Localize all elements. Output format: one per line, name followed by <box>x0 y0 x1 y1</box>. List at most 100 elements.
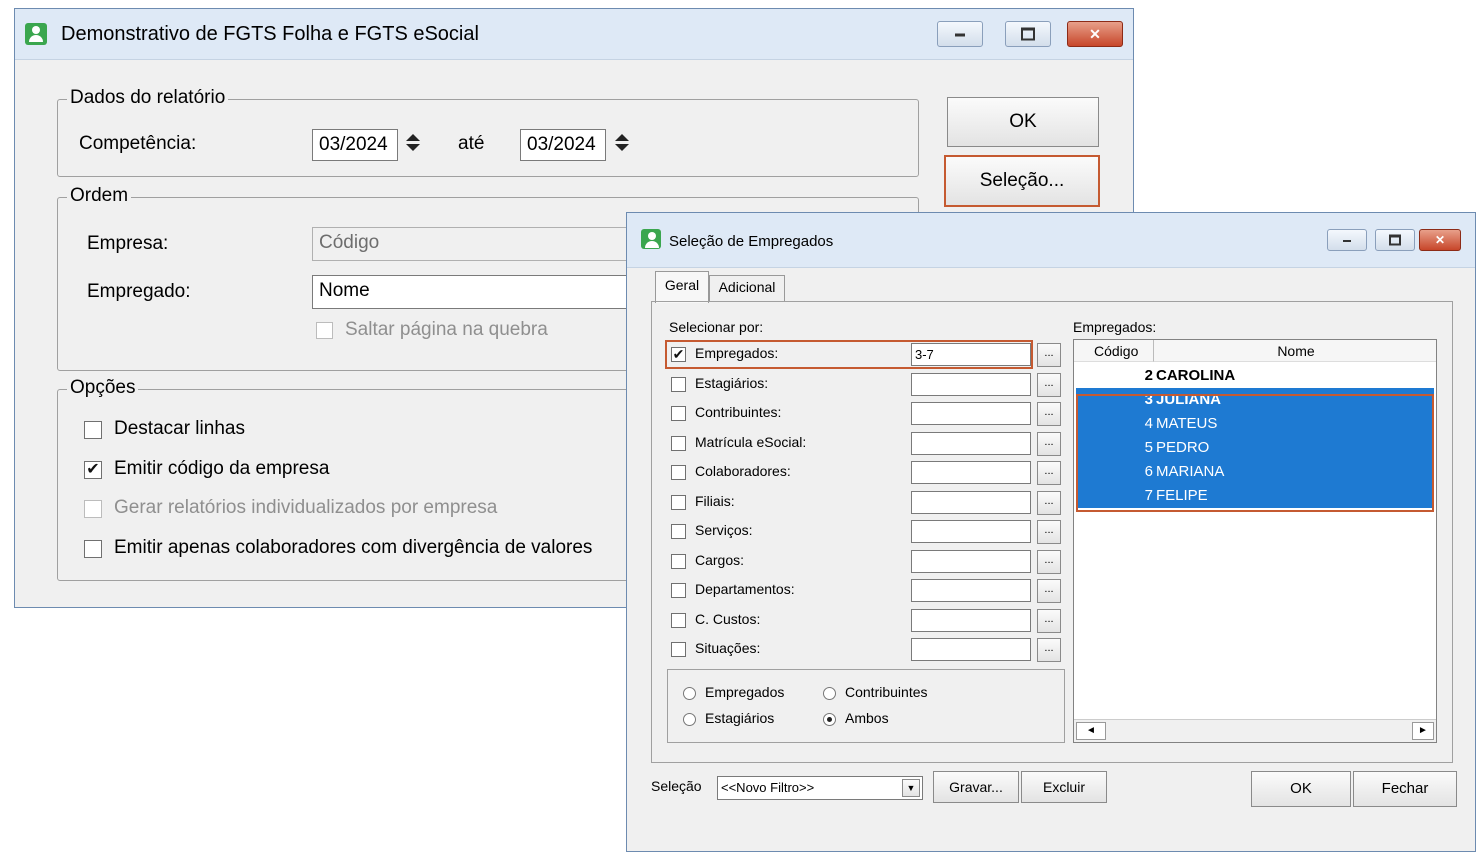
fechar-button[interactable]: Fechar <box>1353 771 1457 807</box>
emitir-codigo-checkbox[interactable]: ✔ <box>84 461 102 479</box>
scroll-right-icon[interactable]: ► <box>1412 722 1434 740</box>
criteria-input[interactable] <box>911 608 1031 632</box>
selection-maximize-button[interactable] <box>1375 229 1415 251</box>
criteria-input[interactable]: 3-7 <box>911 343 1031 366</box>
criteria-checkbox[interactable] <box>671 524 686 539</box>
criteria-input[interactable] <box>911 431 1031 455</box>
empresa-order-select[interactable]: Código <box>312 227 662 261</box>
table-row[interactable]: 7 FELIPE <box>1076 484 1434 508</box>
criteria-browse-button[interactable]: ... <box>1037 431 1061 456</box>
divergencia-checkbox[interactable] <box>84 540 102 558</box>
chevron-down-icon[interactable]: ▼ <box>902 779 920 797</box>
criteria-browse-button[interactable]: ... <box>1037 461 1061 485</box>
selection-app-icon <box>641 229 661 249</box>
criteria-input[interactable] <box>911 372 1031 396</box>
criteria-input[interactable] <box>911 520 1031 543</box>
table-row[interactable]: 6 MARIANA <box>1076 460 1434 484</box>
criteria-input[interactable] <box>911 490 1031 514</box>
table-row[interactable]: 4 MATEUS <box>1076 412 1434 436</box>
gravar-button[interactable]: Gravar... <box>933 771 1019 803</box>
row-nome: PEDRO <box>1156 439 1210 456</box>
row-codigo: 4 <box>1144 415 1153 432</box>
nome-column-header[interactable]: Nome <box>1154 340 1436 362</box>
row-codigo: 7 <box>1144 487 1153 504</box>
selecionar-por-label: Selecionar por: <box>669 319 764 335</box>
horizontal-scrollbar[interactable]: ◄ ► <box>1074 719 1436 742</box>
maximize-button[interactable] <box>1005 21 1051 47</box>
empregado-order-select[interactable]: Nome <box>312 275 662 309</box>
criteria-checkbox[interactable] <box>671 376 686 392</box>
criteria-input[interactable] <box>911 402 1031 425</box>
competencia-from-input[interactable]: 03/2024 <box>312 129 398 161</box>
criteria-label: Contribuintes: <box>695 404 782 420</box>
radio-estagiarios[interactable] <box>683 713 696 726</box>
ok-button[interactable]: OK <box>947 97 1099 147</box>
selection-ok-button[interactable]: OK <box>1251 771 1351 807</box>
criteria-input[interactable] <box>911 638 1031 661</box>
criteria-checkbox[interactable] <box>671 553 686 569</box>
selection-close-button[interactable]: ✕ <box>1419 229 1461 251</box>
criteria-browse-button[interactable]: ... <box>1037 579 1061 603</box>
excluir-button[interactable]: Excluir <box>1021 771 1107 803</box>
criteria-checkbox[interactable] <box>671 465 686 480</box>
close-icon: ✕ <box>1434 233 1446 247</box>
criteria-browse-button[interactable]: ... <box>1037 549 1061 574</box>
scroll-left-icon[interactable]: ◄ <box>1076 722 1106 740</box>
radio-empregados-label: Empregados <box>705 684 785 700</box>
codigo-column-header[interactable]: Código <box>1074 340 1154 362</box>
tab-geral[interactable]: Geral <box>655 271 709 303</box>
competencia-from-spinner[interactable] <box>403 131 423 154</box>
criteria-browse-button[interactable]: ... <box>1037 638 1061 662</box>
row-nome: CAROLINA <box>1156 367 1236 384</box>
competencia-to-spinner[interactable] <box>612 131 632 154</box>
criteria-checkbox[interactable] <box>671 612 686 628</box>
table-row[interactable]: 3 JULIANA <box>1076 388 1434 412</box>
selecao-label: Seleção <box>651 778 702 794</box>
criteria-input[interactable] <box>911 549 1031 573</box>
table-row[interactable]: 5 PEDRO <box>1076 436 1434 460</box>
competencia-to-input[interactable]: 03/2024 <box>520 129 606 161</box>
opcoes-legend: Opções <box>67 377 139 399</box>
employees-list[interactable]: Código Nome 2 CAROLINA 3 JULIANA 4 MATEUS 5 PED… <box>1073 339 1437 743</box>
criteria-checkbox[interactable] <box>671 583 686 598</box>
criteria-label: Situações: <box>695 640 761 656</box>
criteria-label: Filiais: <box>695 492 735 509</box>
radio-empregados[interactable] <box>683 687 696 700</box>
tab-adicional[interactable]: Adicional <box>709 275 785 301</box>
criteria-browse-button[interactable]: ... <box>1037 402 1061 426</box>
criteria-checkbox[interactable]: ✔ <box>671 347 686 362</box>
saltar-pagina-checkbox[interactable] <box>316 322 333 339</box>
criteria-browse-button[interactable]: ... <box>1037 520 1061 544</box>
criteria-checkbox[interactable] <box>671 494 686 510</box>
criteria-input[interactable] <box>911 461 1031 484</box>
table-row[interactable]: 2 CAROLINA <box>1076 364 1434 388</box>
maximize-icon <box>1021 27 1035 41</box>
criteria-input[interactable] <box>911 579 1031 602</box>
criteria-checkbox[interactable] <box>671 435 686 451</box>
selection-minimize-button[interactable] <box>1327 229 1367 251</box>
dados-legend: Dados do relatório <box>67 87 229 109</box>
criteria-browse-button[interactable]: ... <box>1037 343 1061 367</box>
criteria-checkbox[interactable] <box>671 406 686 421</box>
radio-contribuintes[interactable] <box>823 687 836 700</box>
destacar-linhas-checkbox[interactable] <box>84 421 102 439</box>
selecao-button[interactable]: Seleção... <box>944 155 1100 207</box>
main-title: Demonstrativo de FGTS Folha e FGTS eSoci… <box>61 23 479 45</box>
criteria-label: Matrícula eSocial: <box>695 433 807 450</box>
criteria-checkbox[interactable] <box>671 642 686 657</box>
criteria-label: Colaboradores: <box>695 463 791 479</box>
radio-ambos-label: Ambos <box>845 710 889 726</box>
ate-label: até <box>458 133 485 154</box>
criteria-browse-button[interactable]: ... <box>1037 372 1061 397</box>
close-button[interactable]: ✕ <box>1067 21 1123 47</box>
radio-ambos[interactable] <box>823 713 836 726</box>
criteria-browse-button[interactable]: ... <box>1037 608 1061 633</box>
criteria-label: Departamentos: <box>695 581 795 597</box>
radio-group <box>667 669 1065 743</box>
emitir-codigo-label: Emitir código da empresa <box>114 458 330 479</box>
minimize-button[interactable] <box>937 21 983 47</box>
gerar-individualizados-checkbox[interactable] <box>84 500 102 518</box>
filter-select[interactable]: <<Novo Filtro>> ▼ <box>717 776 923 800</box>
criteria-browse-button[interactable]: ... <box>1037 490 1061 515</box>
criteria-label: Serviços: <box>695 522 753 538</box>
